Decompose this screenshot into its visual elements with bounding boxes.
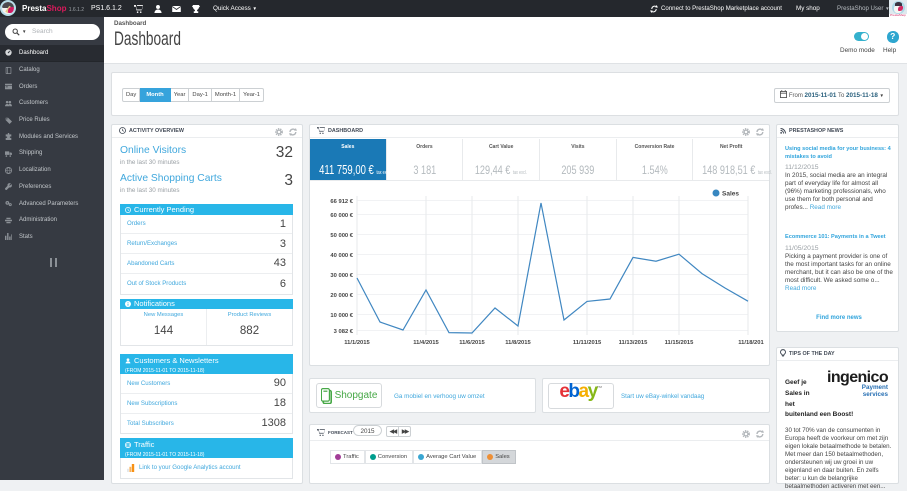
svg-text:20 000 €: 20 000 € — [330, 293, 353, 299]
svg-text:11/11/2015: 11/11/2015 — [573, 340, 602, 346]
svg-text:50 000 €: 50 000 € — [330, 233, 353, 239]
svg-text:66 912 €: 66 912 € — [330, 199, 353, 205]
svg-text:30 000 €: 30 000 € — [330, 273, 353, 279]
svg-text:11/6/2015: 11/6/2015 — [459, 340, 485, 346]
svg-text:11/15/2015: 11/15/2015 — [665, 340, 694, 346]
svg-text:3 082 €: 3 082 € — [334, 329, 354, 335]
svg-text:40 000 €: 40 000 € — [330, 253, 353, 259]
svg-text:Sales: Sales — [722, 191, 739, 198]
svg-text:11/1/2015: 11/1/2015 — [344, 340, 370, 346]
svg-text:60 000 €: 60 000 € — [330, 213, 353, 219]
svg-text:11/13/2015: 11/13/2015 — [619, 340, 648, 346]
svg-text:11/4/2015: 11/4/2015 — [413, 340, 439, 346]
svg-text:11/18/201: 11/18/201 — [738, 340, 764, 346]
svg-text:10 000 €: 10 000 € — [330, 313, 353, 319]
svg-text:11/8/2015: 11/8/2015 — [505, 340, 531, 346]
